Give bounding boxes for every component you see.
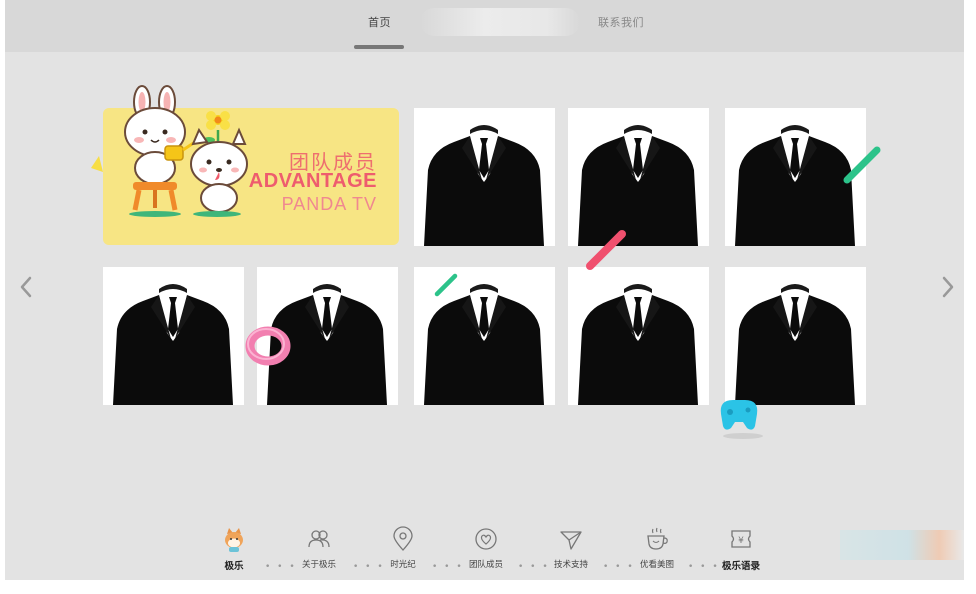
bottom-nav-label: 优看美图 bbox=[639, 560, 674, 570]
green-stripe-decoration bbox=[843, 146, 881, 184]
banner-subtitle: ADVANTAGE bbox=[248, 170, 377, 192]
top-navigation-bar: 首页 联系我们 bbox=[5, 0, 964, 52]
nav-home-link[interactable]: 首页 bbox=[368, 14, 391, 30]
shiba-dog-icon bbox=[225, 528, 243, 552]
bottom-nav-item-jile[interactable]: 极乐 bbox=[204, 522, 264, 572]
member-card[interactable] bbox=[568, 267, 709, 405]
paper-plane-icon bbox=[560, 531, 582, 550]
corner-blurred-region bbox=[840, 530, 964, 560]
bottom-nav-item-timeline[interactable]: 时光纪 bbox=[373, 522, 433, 570]
nav-contact-link[interactable]: 联系我们 bbox=[598, 14, 644, 30]
app-window: 首页 联系我们 团队成员 ADVANTAGE PANDA TV 极乐 • • •… bbox=[5, 0, 964, 580]
chevron-right-icon bbox=[942, 276, 954, 298]
pink-donut-decoration bbox=[245, 326, 291, 366]
member-card[interactable] bbox=[414, 108, 555, 246]
previous-arrow-button[interactable] bbox=[13, 270, 39, 304]
coffee-cup-icon bbox=[647, 527, 668, 550]
suit-silhouette-image bbox=[113, 284, 233, 405]
active-tab-indicator bbox=[354, 45, 404, 49]
banner-brand: PANDA TV bbox=[281, 194, 377, 214]
red-stripe-decoration bbox=[586, 230, 626, 270]
small-green-stripe-decoration bbox=[434, 273, 458, 297]
chevron-left-icon bbox=[20, 276, 32, 298]
yen-ticket-icon: ¥ bbox=[731, 530, 751, 548]
bottom-nav-label: 极乐 bbox=[224, 561, 244, 572]
bottom-nav-label: 关于极乐 bbox=[301, 560, 336, 570]
location-pin-icon bbox=[393, 526, 413, 551]
bottom-nav-label: 时光纪 bbox=[390, 560, 416, 570]
nav-blurred-region bbox=[420, 8, 580, 36]
bottom-nav-item-support[interactable]: 技术支持 bbox=[541, 522, 601, 570]
suit-silhouette-image bbox=[578, 284, 698, 405]
team-banner-card[interactable]: 团队成员 ADVANTAGE PANDA TV bbox=[91, 85, 399, 245]
suit-silhouette-image bbox=[424, 125, 544, 246]
bottom-nav-label: 极乐语录 bbox=[721, 561, 760, 572]
bottom-nav-item-team[interactable]: 团队成员 bbox=[456, 522, 516, 570]
next-arrow-button[interactable] bbox=[935, 270, 961, 304]
bottom-nav-label: 团队成员 bbox=[468, 560, 503, 570]
users-icon bbox=[308, 530, 330, 548]
bottom-nav-label: 技术支持 bbox=[553, 560, 588, 570]
member-card[interactable] bbox=[103, 267, 244, 405]
game-controller-decoration bbox=[720, 400, 763, 439]
member-card[interactable] bbox=[725, 267, 866, 405]
bottom-navigation: 极乐 • • • 关于极乐 • • • 时光纪 • • • 团队成员 • • •… bbox=[215, 522, 775, 578]
suit-silhouette-image bbox=[735, 284, 855, 405]
cartoon-rabbit-dog-illustration bbox=[91, 85, 248, 217]
svg-text:¥: ¥ bbox=[738, 536, 744, 546]
bottom-nav-item-about[interactable]: 关于极乐 bbox=[289, 522, 349, 570]
bottom-nav-item-photos[interactable]: 优看美图 bbox=[627, 522, 687, 570]
bottom-nav-item-quotes[interactable]: ¥ 极乐语录 bbox=[711, 522, 771, 572]
heart-circle-icon bbox=[475, 528, 497, 550]
